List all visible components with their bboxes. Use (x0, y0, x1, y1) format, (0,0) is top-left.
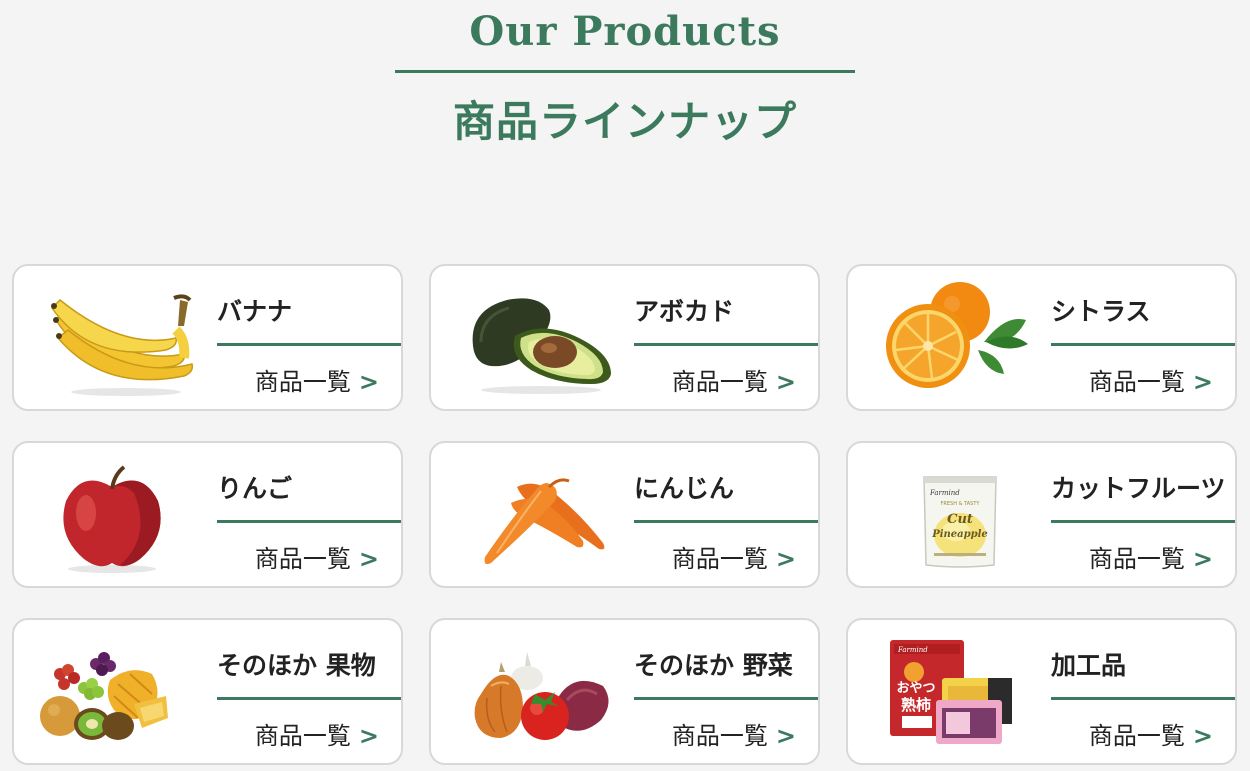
product-name: 加工品 (1051, 651, 1127, 680)
chevron-right-icon: > (775, 545, 796, 573)
product-card-processed-goods[interactable]: Farmind おやつ 熟柿 加工品 商品一覧 > (846, 618, 1237, 765)
product-card-cut-fruit[interactable]: Farmind FRESH & TASTY Cut Pineapple カットフ… (846, 441, 1237, 588)
product-name: バナナ (217, 297, 293, 326)
svg-text:Farmind: Farmind (897, 646, 928, 654)
chevron-right-icon: > (358, 368, 379, 396)
product-name: にんじん (634, 474, 735, 503)
card-divider (634, 343, 818, 346)
card-divider (1051, 697, 1235, 700)
processed-goods-icon: Farmind おやつ 熟柿 (890, 640, 1012, 744)
product-card-other-fruits[interactable]: そのほか 果物 商品一覧 > (12, 618, 403, 765)
product-name: カットフルーツ (1051, 474, 1226, 503)
chevron-right-icon: > (775, 722, 796, 750)
svg-text:Pineapple: Pineapple (931, 529, 988, 540)
page-title-ja: 商品ラインナップ (452, 97, 797, 146)
product-card-carrot[interactable]: にんじん 商品一覧 > (429, 441, 820, 588)
product-list-link[interactable]: 商品一覧 > (1089, 539, 1213, 574)
card-divider (217, 697, 401, 700)
card-divider (1051, 343, 1235, 346)
product-name: アボカド (634, 297, 735, 326)
apple-icon (63, 465, 161, 573)
card-divider (1051, 520, 1235, 523)
product-name: りんご (217, 474, 293, 503)
card-divider (634, 697, 818, 700)
chevron-right-icon: > (1192, 545, 1213, 573)
card-divider (217, 343, 401, 346)
chevron-right-icon: > (358, 545, 379, 573)
product-card-apple[interactable]: りんご 商品一覧 > (12, 441, 403, 588)
product-grid: バナナ 商品一覧 > アボカド 商品一覧 > シトラス 商品一覧 > りんご 商… (12, 264, 1238, 765)
mixed-vegetables-icon (474, 652, 609, 740)
chevron-right-icon: > (1192, 368, 1213, 396)
orange-icon (886, 282, 1028, 388)
product-card-citrus[interactable]: シトラス 商品一覧 > (846, 264, 1237, 411)
cut-pineapple-pack-icon: Farmind FRESH & TASTY Cut Pineapple (923, 476, 997, 568)
svg-text:熟柿: 熟柿 (901, 696, 931, 714)
product-name: そのほか 果物 (217, 651, 376, 680)
svg-text:Farmind: Farmind (929, 489, 960, 497)
chevron-right-icon: > (358, 722, 379, 750)
svg-text:FRESH & TASTY: FRESH & TASTY (941, 501, 981, 507)
page-title-en: Our Products (469, 8, 781, 55)
product-list-link[interactable]: 商品一覧 > (672, 362, 796, 397)
product-name: シトラス (1051, 297, 1151, 326)
chevron-right-icon: > (1192, 722, 1213, 750)
avocado-icon (472, 298, 611, 394)
product-card-banana[interactable]: バナナ 商品一覧 > (12, 264, 403, 411)
product-list-link[interactable]: 商品一覧 > (1089, 362, 1213, 397)
product-list-link[interactable]: 商品一覧 > (255, 539, 379, 574)
product-list-link[interactable]: 商品一覧 > (1089, 716, 1213, 751)
mixed-fruits-icon (40, 652, 168, 740)
svg-text:おやつ: おやつ (896, 681, 935, 696)
product-name: そのほか 野菜 (634, 651, 793, 680)
product-list-link[interactable]: 商品一覧 > (255, 362, 379, 397)
product-card-other-vegetables[interactable]: そのほか 野菜 商品一覧 > (429, 618, 820, 765)
chevron-right-icon: > (775, 368, 796, 396)
product-list-link[interactable]: 商品一覧 > (255, 716, 379, 751)
banana-icon (51, 294, 194, 396)
product-list-link[interactable]: 商品一覧 > (672, 716, 796, 751)
svg-text:Cut: Cut (947, 512, 973, 527)
card-divider (634, 520, 818, 523)
carrot-icon (484, 478, 605, 565)
product-list-link[interactable]: 商品一覧 > (672, 539, 796, 574)
title-divider (395, 70, 855, 73)
product-card-avocado[interactable]: アボカド 商品一覧 > (429, 264, 820, 411)
card-divider (217, 520, 401, 523)
